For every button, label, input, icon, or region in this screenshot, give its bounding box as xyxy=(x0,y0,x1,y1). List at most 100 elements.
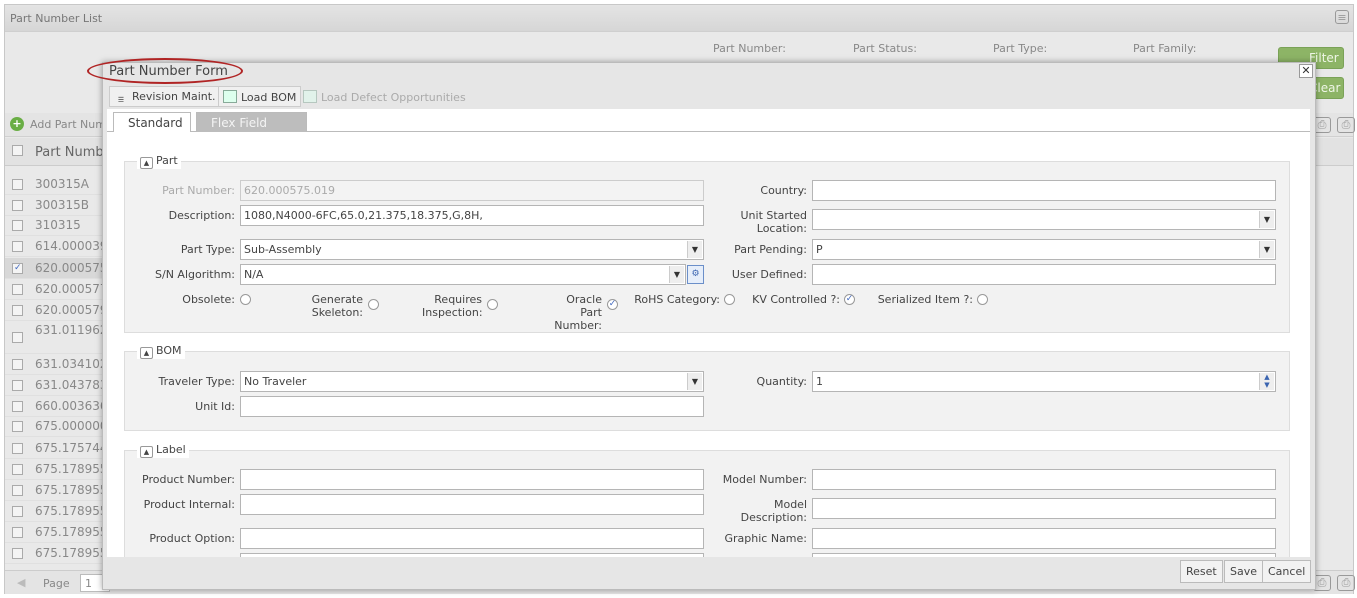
chevron-down-icon[interactable]: ▼ xyxy=(687,241,702,258)
chevron-down-icon[interactable]: ▼ xyxy=(1259,241,1274,258)
graphic-name-field[interactable] xyxy=(812,528,1276,549)
row-checkbox[interactable] xyxy=(12,179,23,190)
reset-button[interactable]: Reset xyxy=(1180,560,1223,583)
part-pending-label: Part Pending: xyxy=(734,243,807,256)
row-checkbox[interactable] xyxy=(12,332,23,343)
part-number-form-dialog: Part Number Form ✕ ☰ Revision Maint. Load… xyxy=(102,62,1316,590)
checkbox[interactable] xyxy=(487,299,498,310)
prev-page-icon[interactable]: ◀ xyxy=(17,576,25,589)
collapse-icon[interactable]: ▲ xyxy=(140,157,153,169)
cancel-button[interactable]: Cancel xyxy=(1262,560,1312,583)
row-checkbox[interactable] xyxy=(12,220,23,231)
checkbox[interactable]: ✓ xyxy=(607,299,618,310)
part-type-value: Sub-Assembly xyxy=(244,243,322,256)
row-checkbox[interactable] xyxy=(12,548,23,559)
chevron-down-icon[interactable]: ▼ xyxy=(669,266,684,283)
checkbox[interactable]: ✓ xyxy=(844,294,855,305)
checkbox[interactable] xyxy=(977,294,988,305)
table-row[interactable]: 310315 xyxy=(5,215,105,236)
table-row[interactable]: 631.034102.0 xyxy=(5,354,119,375)
row-checkbox[interactable] xyxy=(12,421,23,432)
table-row[interactable]: 675.178955.0 xyxy=(5,501,119,522)
table-row[interactable]: 300315A xyxy=(5,174,105,195)
row-checkbox[interactable] xyxy=(12,359,23,370)
lookup-icon[interactable]: ⚙ xyxy=(687,265,704,284)
row-checkbox[interactable] xyxy=(12,200,23,211)
traveler-type-select[interactable]: No Traveler ▼ xyxy=(240,371,704,392)
revision-maint-button[interactable]: ☰ Revision Maint. xyxy=(109,86,221,107)
part-number-field[interactable]: 620.000575.019 xyxy=(240,180,704,201)
sn-algorithm-label: S/N Algorithm: xyxy=(155,268,235,281)
options-icon[interactable]: ≡ xyxy=(1335,10,1349,24)
load-bom-button[interactable]: Load BOM xyxy=(218,86,302,107)
table-row[interactable]: 660.003636.9 xyxy=(5,396,119,417)
dialog-footer: Reset Save Cancel xyxy=(107,557,1313,587)
table-row[interactable]: 675.000000.0 xyxy=(5,416,119,437)
part-type-label: Part Type: xyxy=(180,243,235,256)
close-button[interactable]: ✕ xyxy=(1299,64,1313,78)
product-internal-field[interactable] xyxy=(240,494,704,515)
checkbox[interactable] xyxy=(240,294,251,305)
chevron-down-icon[interactable]: ▼ xyxy=(687,373,702,390)
collapse-icon[interactable]: ▲ xyxy=(140,446,153,458)
row-checkbox[interactable] xyxy=(12,305,23,316)
row-checkbox[interactable] xyxy=(12,443,23,454)
bom-legend[interactable]: ▲ BOM xyxy=(137,344,185,359)
part-legend[interactable]: ▲ Part xyxy=(137,154,181,169)
quantity-label: Quantity: xyxy=(756,375,807,388)
sn-algorithm-select[interactable]: N/A ▼ xyxy=(240,264,686,285)
row-checkbox[interactable] xyxy=(12,284,23,295)
table-row[interactable]: 631.011962.0 xyxy=(5,320,119,354)
print-all-icon[interactable]: ⎙ xyxy=(1337,117,1355,133)
table-row[interactable]: 620.000579.0 xyxy=(5,300,119,321)
part-legend-label: Part xyxy=(156,154,178,167)
product-internal-label: Product Internal: xyxy=(143,498,235,511)
product-option-field[interactable] xyxy=(240,528,704,549)
part-number-cell: 300315A xyxy=(35,177,90,191)
bom-fieldset: ▲ BOM Traveler Type: No Traveler ▼ Unit Id… xyxy=(124,344,1290,431)
row-checkbox[interactable] xyxy=(12,241,23,252)
product-number-field[interactable] xyxy=(240,469,704,490)
table-row[interactable]: 614.000039.0 xyxy=(5,236,119,257)
table-row[interactable]: 675.178955.0 xyxy=(5,543,119,564)
part-type-select[interactable]: Sub-Assembly ▼ xyxy=(240,239,704,260)
load-defect-opportunities-button[interactable]: Load Defect Opportunities xyxy=(298,86,471,107)
model-description-field[interactable] xyxy=(812,498,1276,519)
tab-standard[interactable]: Standard xyxy=(113,112,191,133)
table-row[interactable]: 675.178955.0 xyxy=(5,480,119,501)
row-checkbox[interactable] xyxy=(12,464,23,475)
checkbox[interactable] xyxy=(368,299,379,310)
tab-flex-field-form[interactable]: Flex Field Form xyxy=(196,112,307,144)
table-row[interactable]: 620.000577.0 xyxy=(5,279,119,300)
row-checkbox[interactable] xyxy=(12,485,23,496)
quantity-value: 1 xyxy=(816,375,823,388)
chevron-down-icon[interactable]: ▼ xyxy=(1259,211,1274,228)
unit-started-location-select[interactable]: ▼ xyxy=(812,209,1276,230)
row-checkbox[interactable] xyxy=(12,506,23,517)
table-row[interactable]: 300315B xyxy=(5,195,105,216)
row-checkbox[interactable] xyxy=(12,380,23,391)
table-row[interactable]: 675.175744.0 xyxy=(5,438,119,459)
quantity-stepper[interactable]: 1 ▲ ▼ xyxy=(812,371,1276,392)
spinner-icon[interactable]: ▲ ▼ xyxy=(1259,373,1274,390)
user-defined-field[interactable] xyxy=(812,264,1276,285)
label-legend[interactable]: ▲ Label xyxy=(137,443,189,458)
table-row[interactable]: 675.178955.0 xyxy=(5,459,119,480)
table-row[interactable]: ✓ 620.000575.0 xyxy=(5,258,119,279)
collapse-icon[interactable]: ▲ xyxy=(140,347,153,359)
table-icon xyxy=(223,90,237,103)
table-row[interactable]: 675.178955.0 xyxy=(5,522,119,543)
print-all-icon[interactable]: ⎙ xyxy=(1337,575,1355,591)
unit-id-field[interactable] xyxy=(240,396,704,417)
table-row[interactable]: 631.043783.0 xyxy=(5,375,119,396)
save-button[interactable]: Save xyxy=(1224,560,1264,583)
part-pending-select[interactable]: P ▼ xyxy=(812,239,1276,260)
checkbox[interactable] xyxy=(724,294,735,305)
row-checkbox[interactable] xyxy=(12,527,23,538)
select-all-checkbox[interactable] xyxy=(12,145,23,156)
country-field[interactable] xyxy=(812,180,1276,201)
row-checkbox[interactable] xyxy=(12,401,23,412)
row-checkbox[interactable]: ✓ xyxy=(12,263,23,274)
description-field[interactable]: 1080,N4000-6FC,65.0,21.375,18.375,G,8H, xyxy=(240,205,704,226)
model-number-field[interactable] xyxy=(812,469,1276,490)
